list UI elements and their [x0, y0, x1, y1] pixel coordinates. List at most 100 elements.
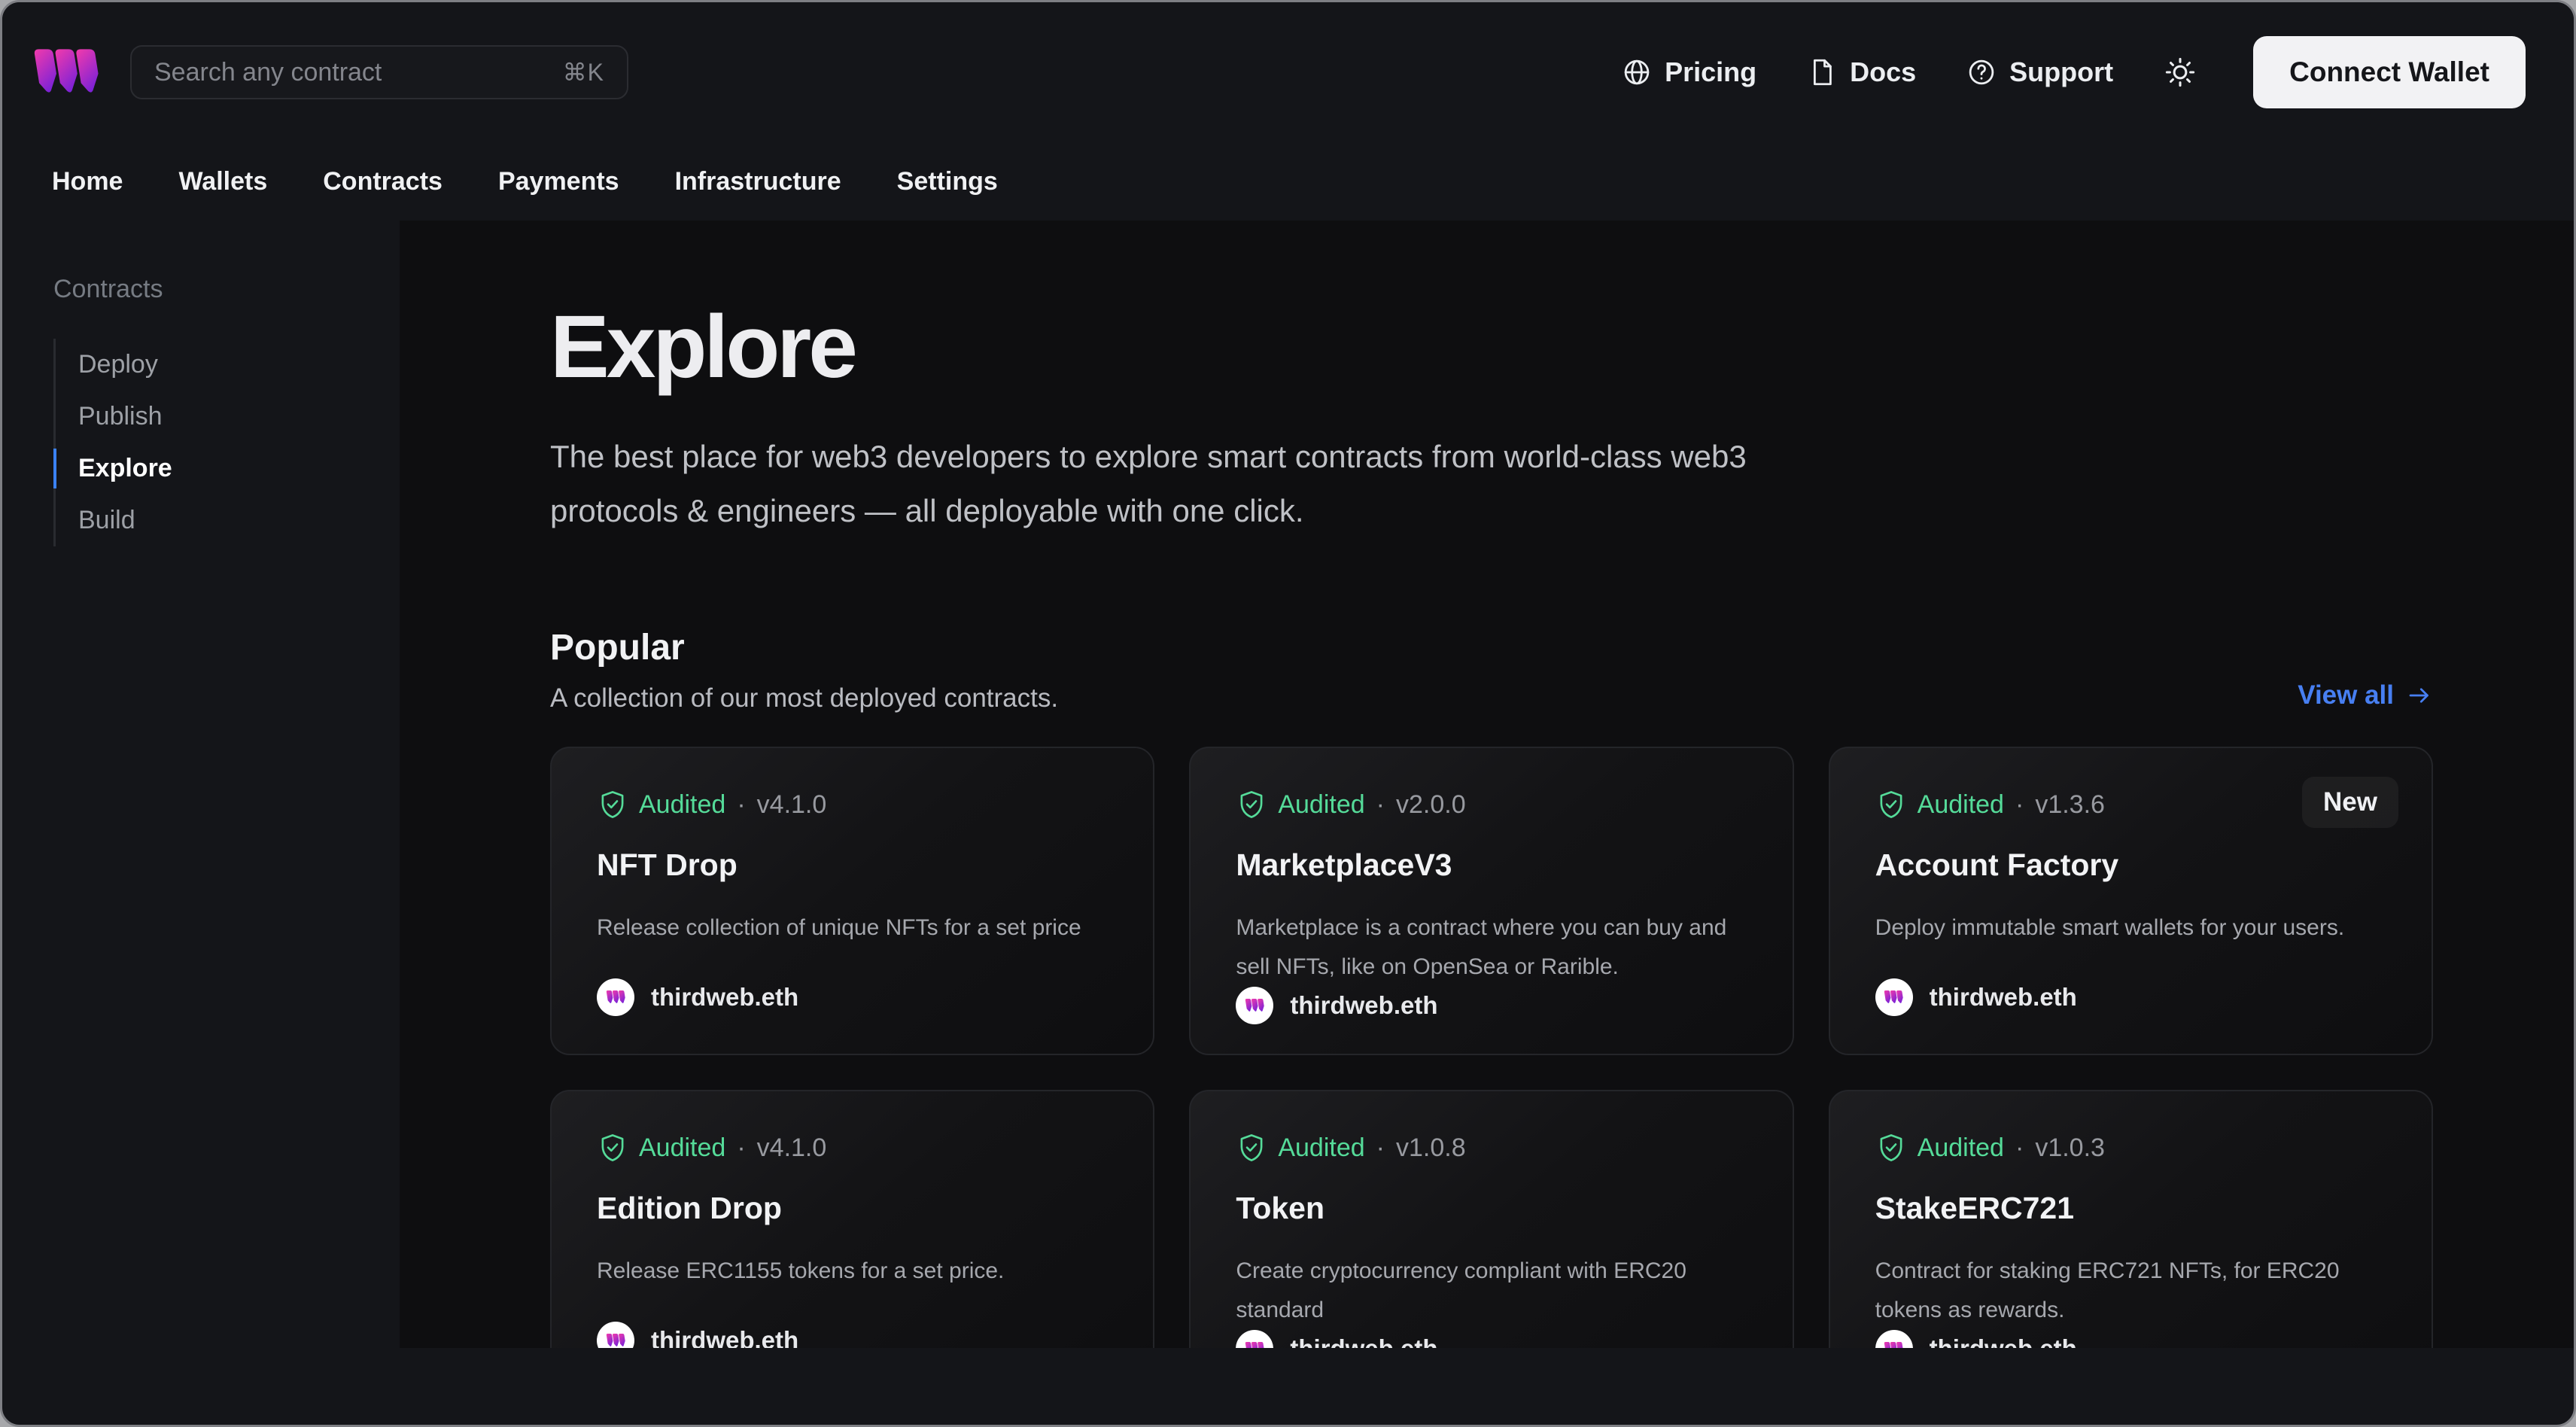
search-box[interactable]: ⌘K: [130, 45, 628, 99]
publisher-name: thirdweb.eth: [1929, 983, 2077, 1011]
contracts-sidebar: Contracts Deploy Publish Explore Build: [2, 221, 400, 1348]
app-window: ⌘K Pricing: [0, 0, 2576, 1427]
top-bar: ⌘K Pricing: [2, 2, 2574, 142]
card-description: Create cryptocurrency compliant with ERC…: [1236, 1258, 1686, 1322]
thirdweb-mini-logo-icon: [1884, 1342, 1905, 1348]
sidebar-item-publish[interactable]: Publish: [56, 391, 370, 443]
sidebar-group: Deploy Publish Explore Build: [53, 339, 370, 546]
tab-contracts[interactable]: Contracts: [323, 167, 443, 196]
version-label: v4.1.0: [756, 790, 827, 819]
dot-separator: ·: [737, 790, 746, 819]
publisher-link[interactable]: thirdweb.eth: [1236, 987, 1747, 1024]
shield-check-icon: [601, 791, 624, 818]
connect-wallet-button[interactable]: Connect Wallet: [2253, 36, 2526, 108]
sun-icon: [2165, 57, 2195, 87]
sidebar-item-explore[interactable]: Explore: [53, 443, 370, 494]
docs-link[interactable]: Docs: [1806, 56, 1916, 88]
pricing-label: Pricing: [1665, 56, 1757, 87]
contract-card-stakeerc721[interactable]: Audited · v1.0.3 StakeERC721 Contract fo…: [1828, 1090, 2433, 1348]
publisher-name: thirdweb.eth: [1290, 991, 1438, 1019]
thirdweb-mini-logo-icon: [606, 1334, 626, 1346]
tab-home[interactable]: Home: [52, 167, 123, 196]
docs-icon: [1814, 59, 1832, 86]
shield-check-icon: [601, 1134, 624, 1161]
dot-separator: ·: [737, 1133, 746, 1162]
card-description: Release ERC1155 tokens for a set price.: [597, 1258, 1005, 1283]
version-label: v2.0.0: [1395, 790, 1466, 819]
sidebar-heading: Contracts: [53, 275, 163, 303]
card-description: Deploy immutable smart wallets for your …: [1875, 915, 2345, 940]
publisher-avatar: [1875, 1330, 1913, 1348]
dot-separator: ·: [2015, 790, 2024, 819]
card-title: NFT Drop: [597, 847, 738, 882]
docs-label: Docs: [1850, 56, 1917, 87]
help-icon: [1969, 59, 1994, 85]
version-label: v1.0.8: [1395, 1133, 1466, 1162]
globe-icon: [1624, 59, 1650, 85]
search-input[interactable]: [154, 57, 548, 87]
contract-card-nft-drop[interactable]: Audited · v4.1.0 NFT Drop Release collec…: [550, 747, 1155, 1055]
audited-label: Audited: [1278, 790, 1365, 819]
publisher-avatar: [1236, 987, 1274, 1024]
publisher-avatar: [1875, 978, 1913, 1016]
tab-wallets[interactable]: Wallets: [178, 167, 267, 196]
version-label: v1.3.6: [2035, 790, 2105, 819]
audited-badge: Audited: [1875, 1132, 2004, 1164]
thirdweb-mini-logo-icon: [1884, 990, 1905, 1003]
thirdweb-mini-logo-icon: [606, 990, 626, 1003]
tab-settings[interactable]: Settings: [897, 167, 998, 196]
support-label: Support: [2009, 56, 2114, 87]
publisher-avatar: [597, 1322, 634, 1348]
contract-card-marketplacev3[interactable]: Audited · v2.0.0 MarketplaceV3 Marketpla…: [1189, 747, 1794, 1055]
version-label: v4.1.0: [756, 1133, 827, 1162]
view-all-label: View all: [2298, 680, 2394, 710]
contract-card-account-factory[interactable]: New Audited · v1.3.6 Account Factory Dep…: [1828, 747, 2433, 1055]
card-description: Contract for staking ERC721 NFTs, for ER…: [1875, 1258, 2340, 1322]
version-label: v1.0.3: [2035, 1133, 2105, 1162]
card-title: Edition Drop: [597, 1191, 782, 1225]
contract-card-token[interactable]: Audited · v1.0.8 Token Create cryptocurr…: [1189, 1090, 1794, 1348]
publisher-name: thirdweb.eth: [651, 983, 799, 1011]
shield-check-icon: [1880, 791, 1902, 818]
publisher-avatar: [1236, 1330, 1274, 1348]
thirdweb-mini-logo-icon: [1245, 1342, 1265, 1348]
theme-toggle-button[interactable]: [2163, 55, 2197, 90]
publisher-name: thirdweb.eth: [1930, 1334, 2077, 1348]
pricing-link[interactable]: Pricing: [1621, 56, 1756, 88]
audited-badge: Audited: [597, 1132, 725, 1164]
audited-badge: Audited: [597, 789, 725, 820]
contract-card-edition-drop[interactable]: Audited · v4.1.0 Edition Drop Release ER…: [550, 1090, 1155, 1348]
view-all-link[interactable]: View all: [2298, 680, 2433, 714]
card-description: Release collection of unique NFTs for a …: [597, 915, 1081, 940]
audited-label: Audited: [1278, 1133, 1365, 1162]
shield-check-icon: [1240, 1134, 1263, 1161]
page-subtitle: The best place for web3 developers to ex…: [550, 439, 1747, 528]
new-badge: New: [2302, 777, 2398, 828]
arrow-right-icon: [2409, 688, 2428, 703]
tab-infrastructure[interactable]: Infrastructure: [675, 167, 841, 196]
thirdweb-mini-logo-icon: [1245, 999, 1265, 1012]
publisher-link[interactable]: thirdweb.eth: [1875, 1330, 2386, 1348]
top-nav: Pricing Docs Support Connect Wallet: [1621, 36, 2526, 108]
publisher-name: thirdweb.eth: [1290, 1334, 1437, 1348]
dot-separator: ·: [1376, 790, 1385, 819]
publisher-link[interactable]: thirdweb.eth: [597, 1322, 1108, 1348]
card-title: Token: [1236, 1191, 1325, 1225]
sidebar-item-build[interactable]: Build: [56, 494, 370, 546]
page-title: Explore: [550, 297, 858, 397]
publisher-link[interactable]: thirdweb.eth: [597, 978, 1108, 1016]
card-description: Marketplace is a contract where you can …: [1236, 915, 1727, 979]
card-title: Account Factory: [1875, 847, 2119, 882]
tab-payments[interactable]: Payments: [498, 167, 619, 196]
audited-badge: Audited: [1236, 789, 1365, 820]
support-link[interactable]: Support: [1966, 56, 2113, 88]
publisher-link[interactable]: thirdweb.eth: [1236, 1330, 1747, 1348]
popular-heading: Popular: [550, 628, 685, 668]
shield-check-icon: [1240, 791, 1263, 818]
sidebar-item-deploy[interactable]: Deploy: [56, 339, 370, 391]
publisher-name: thirdweb.eth: [651, 1326, 799, 1348]
audited-label: Audited: [639, 790, 726, 819]
audited-label: Audited: [1917, 790, 2004, 819]
publisher-link[interactable]: thirdweb.eth: [1875, 978, 2386, 1016]
thirdweb-logo-icon[interactable]: [32, 48, 102, 96]
